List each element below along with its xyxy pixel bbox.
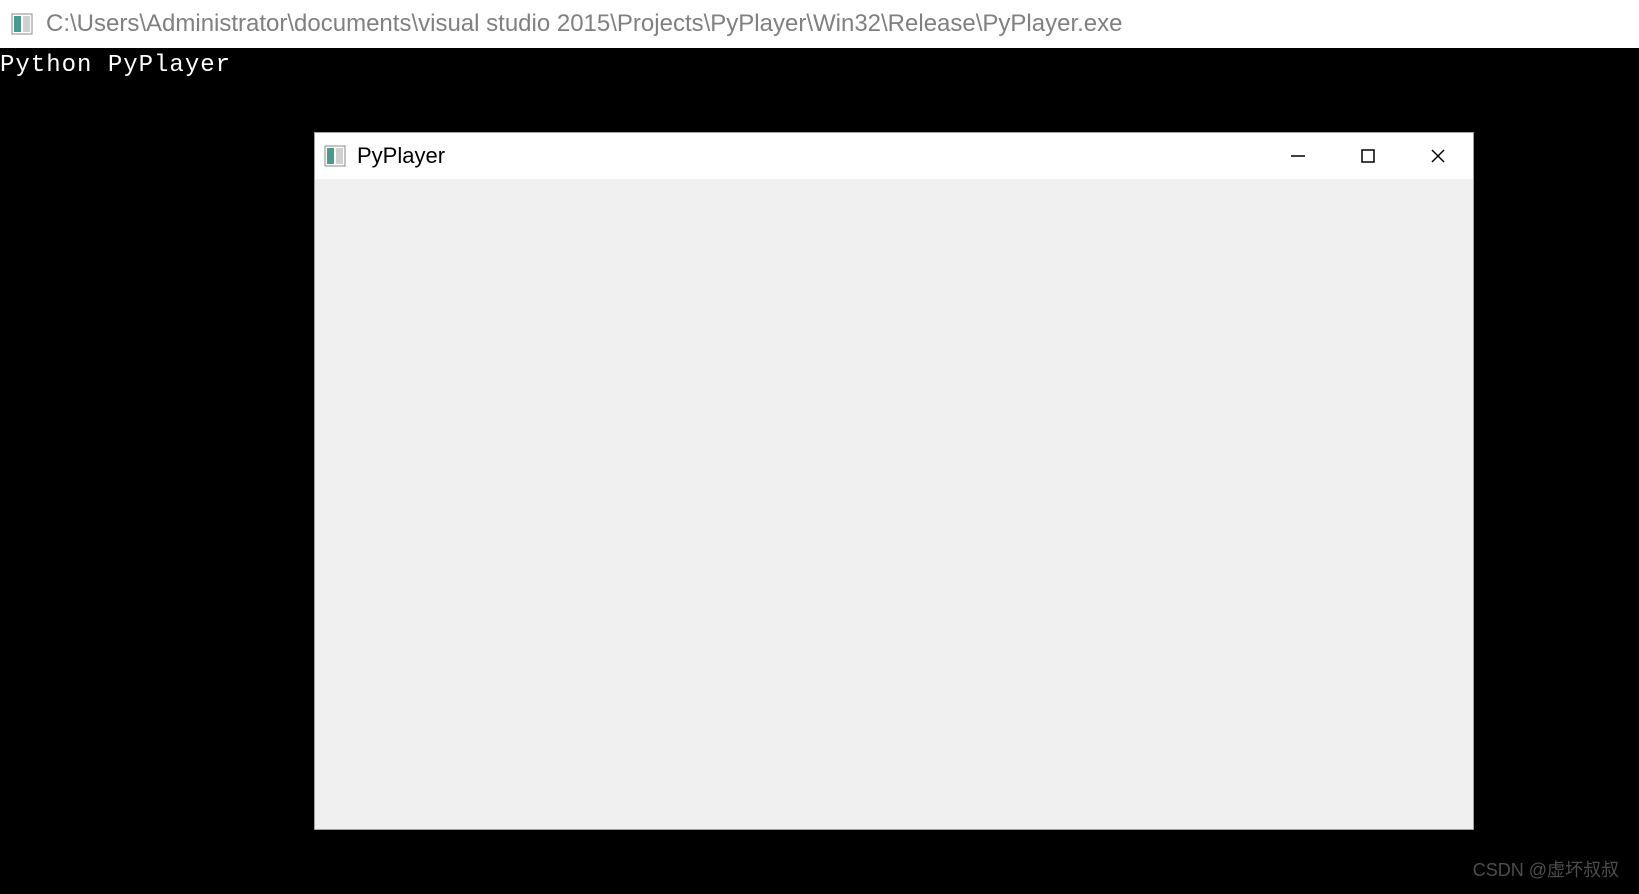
- app-window: PyPlayer: [314, 132, 1474, 830]
- app-window-title: PyPlayer: [357, 143, 1263, 169]
- window-controls: [1263, 133, 1473, 179]
- console-app-icon: [10, 12, 34, 36]
- console-titlebar: C:\Users\Administrator\documents\visual …: [0, 0, 1639, 48]
- minimize-button[interactable]: [1263, 133, 1333, 179]
- close-icon: [1429, 147, 1447, 165]
- maximize-icon: [1359, 147, 1377, 165]
- console-title-text: C:\Users\Administrator\documents\visual …: [46, 10, 1122, 38]
- maximize-button[interactable]: [1333, 133, 1403, 179]
- app-window-icon: [323, 144, 347, 168]
- console-output-line: Python PyPlayer: [0, 48, 1639, 79]
- app-content-area[interactable]: [315, 179, 1473, 829]
- app-titlebar[interactable]: PyPlayer: [315, 133, 1473, 179]
- close-button[interactable]: [1403, 133, 1473, 179]
- minimize-icon: [1289, 147, 1307, 165]
- console-body[interactable]: Python PyPlayer PyPlayer: [0, 48, 1639, 894]
- watermark-text: CSDN @虚坏叔叔: [1473, 856, 1619, 882]
